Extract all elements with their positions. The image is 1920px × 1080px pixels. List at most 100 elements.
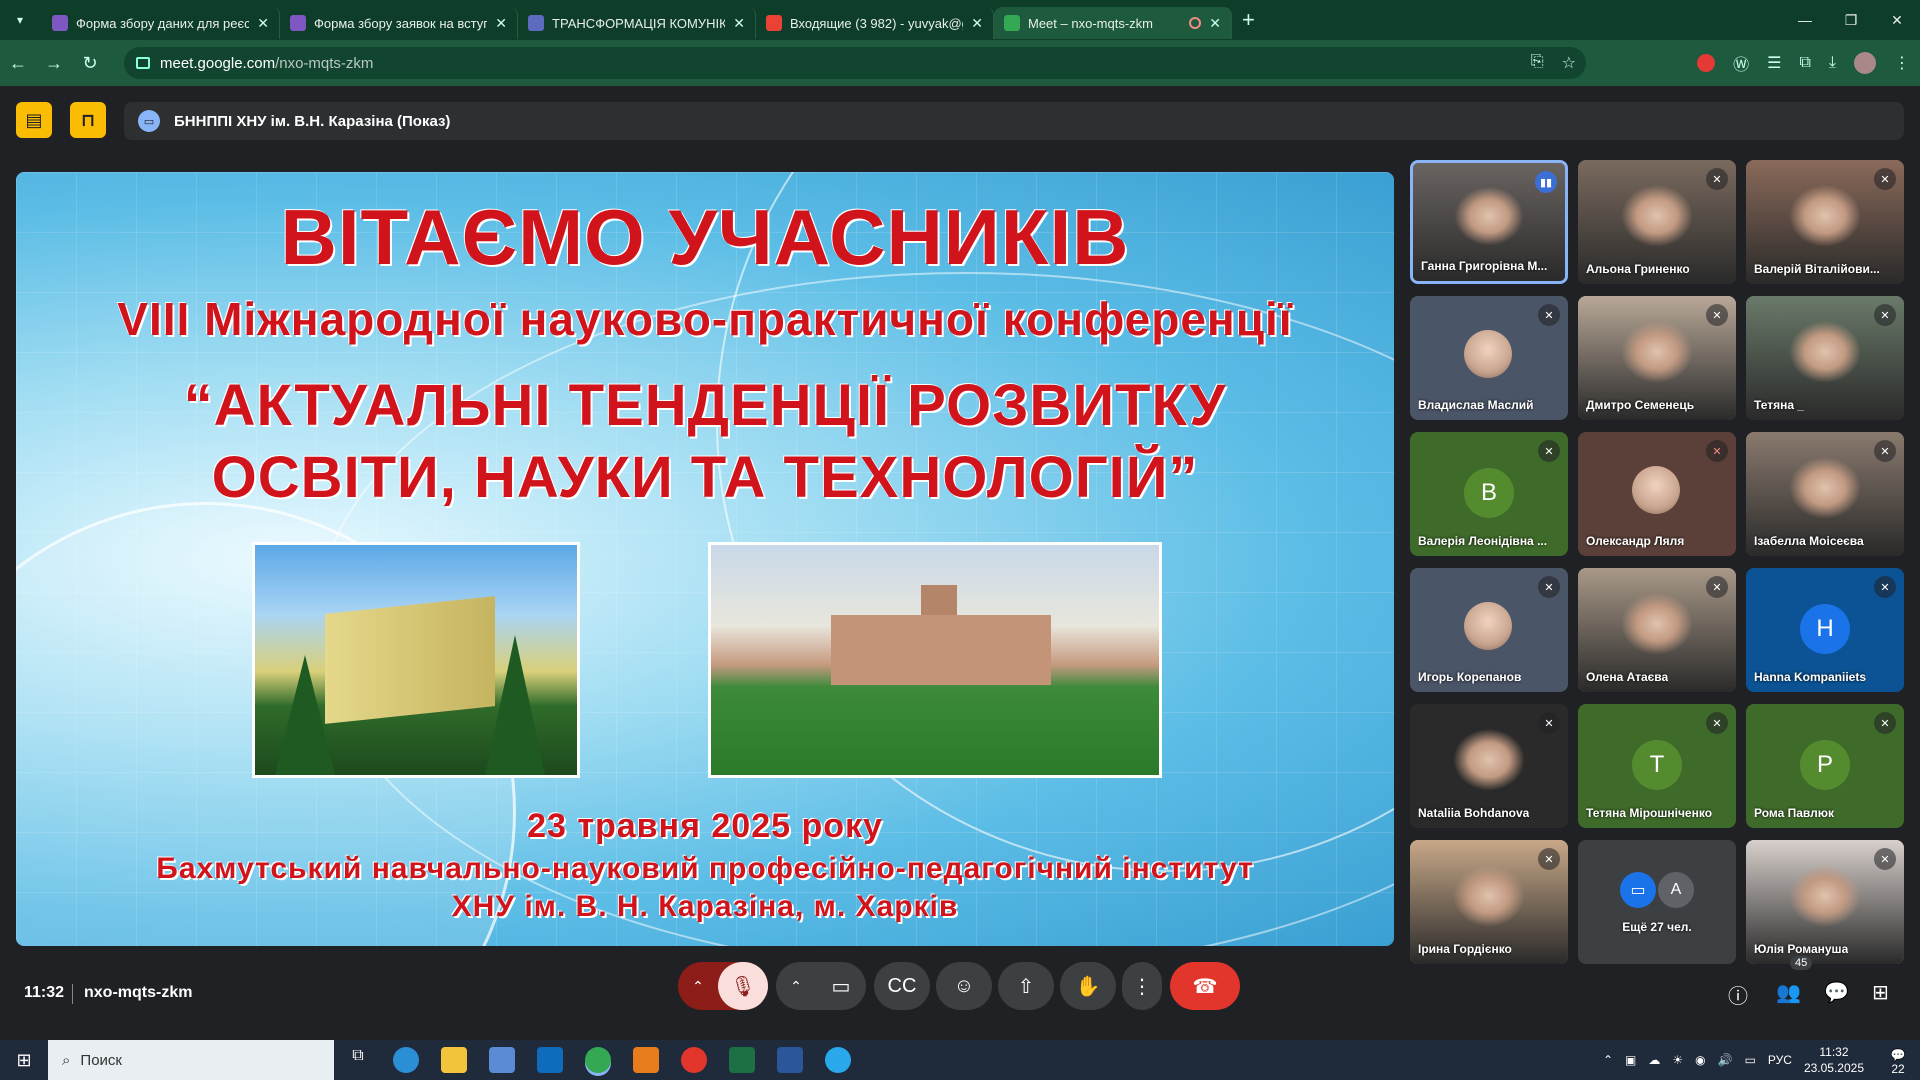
taskbar-search[interactable]: ⌕ Поиск [48, 1040, 334, 1080]
tray-chevron-icon[interactable]: ⌃ [1603, 1053, 1613, 1067]
tray-clock[interactable]: 11:32 23.05.2025 [1804, 1044, 1864, 1076]
participant-name: Ганна Григорівна М... [1421, 259, 1548, 273]
camera-options-chevron-icon[interactable]: ⌃ [776, 978, 816, 995]
media-player-icon[interactable] [633, 1047, 659, 1073]
tray-cloud-icon[interactable]: ☁ [1648, 1053, 1660, 1067]
chat-icon[interactable]: 💬 [1824, 980, 1849, 1005]
participant-tile[interactable]: ✕ Ізабелла Моісеєва [1746, 432, 1904, 556]
tray-language[interactable]: РУС [1768, 1053, 1792, 1067]
url-input[interactable]: meet.google.com/nxo-mqts-zkm ⎘ ☆ [124, 47, 1586, 79]
activities-icon[interactable]: ⊞ [1872, 980, 1889, 1005]
site-info-icon[interactable] [136, 57, 150, 69]
browser-tab[interactable]: Входящие (3 982) - yuvyak@gm ✕ [756, 7, 994, 39]
participant-tile[interactable]: ✕ Игорь Корепанов [1410, 568, 1568, 692]
participant-tile[interactable]: ✕ Nataliia Bohdanova [1410, 704, 1568, 828]
download-icon[interactable]: ⤓ [1829, 54, 1836, 72]
extension-stack-icon[interactable]: ☰ [1767, 53, 1781, 73]
back-button[interactable]: ← [0, 53, 36, 74]
opera-icon[interactable] [681, 1047, 707, 1073]
tray-network-icon[interactable]: ◉ [1695, 1053, 1705, 1067]
slide-title: ВІТАЄМО УЧАСНИКІВ [280, 193, 1130, 281]
participant-tile[interactable]: ✕ Олена Атаєва [1578, 568, 1736, 692]
extension-w-icon[interactable]: Ⓦ [1733, 51, 1749, 75]
tray-display-icon[interactable]: ▭ [1745, 1053, 1756, 1067]
participant-name: Олена Атаєва [1586, 670, 1669, 684]
participant-tile[interactable]: H ✕ Hanna Kompaniiets [1746, 568, 1904, 692]
participant-name: Ізабелла Моісеєва [1754, 534, 1864, 548]
extension-record-icon[interactable] [1697, 54, 1716, 72]
participant-tile[interactable]: ✕ Альона Гриненко [1578, 160, 1736, 284]
people-icon[interactable]: 👥 [1776, 980, 1801, 1005]
file-explorer-icon[interactable] [441, 1047, 467, 1073]
participant-tile[interactable]: Т ✕ Тетяна Мірошніченко [1578, 704, 1736, 828]
close-tab-icon[interactable]: ✕ [495, 15, 507, 32]
present-screen-button[interactable]: ⇧ [998, 962, 1054, 1010]
participant-name: Олександр Ляля [1586, 534, 1685, 548]
captions-button[interactable]: CC [874, 962, 930, 1010]
minimize-button[interactable]: — [1782, 12, 1828, 28]
tray-weather-icon[interactable]: ☀ [1672, 1053, 1683, 1067]
participant-tile[interactable]: ✕ Юлія Романуша [1746, 840, 1904, 964]
word-icon[interactable] [777, 1047, 803, 1073]
forward-button[interactable]: → [36, 53, 72, 74]
participant-name: Валерія Леонідівна ... [1418, 534, 1548, 548]
presentation-layout-button[interactable]: ⊓ [70, 102, 106, 138]
tab-search-button[interactable]: ▾ [6, 6, 34, 34]
browser-tab[interactable]: Форма збору даних для реєстр ✕ [42, 7, 280, 39]
close-tab-icon[interactable]: ✕ [1209, 15, 1221, 32]
outlook-icon[interactable] [537, 1047, 563, 1073]
participant-tile[interactable]: ✕ Тетяна _ [1746, 296, 1904, 420]
extensions-puzzle-icon[interactable]: ⧉ [1799, 54, 1810, 72]
new-tab-button[interactable]: + [1242, 7, 1255, 33]
participant-tile[interactable]: ▮▮ Ганна Григорівна М... [1410, 160, 1568, 284]
camera-button[interactable]: ▭ [816, 974, 866, 999]
participant-name: Ещё 27 чел. [1622, 920, 1692, 934]
excel-icon[interactable] [729, 1047, 755, 1073]
close-window-button[interactable]: ✕ [1874, 12, 1920, 29]
profile-avatar[interactable] [1854, 52, 1876, 74]
edge-icon[interactable] [393, 1047, 419, 1073]
browser-tab[interactable]: Meet – nxo-mqts-zkm ✕ [994, 7, 1232, 39]
participant-tile[interactable]: ✕ Валерій Віталійови... [1746, 160, 1904, 284]
task-view-icon[interactable]: ⧉ [345, 1047, 371, 1073]
captions-off-button[interactable]: ▤ [16, 102, 52, 138]
close-tab-icon[interactable]: ✕ [733, 15, 745, 32]
telegram-icon[interactable] [825, 1047, 851, 1073]
tray-volume-icon[interactable]: 🔊 [1718, 1053, 1733, 1067]
mic-options-chevron-icon[interactable]: ⌃ [678, 978, 718, 995]
mic-muted-icon: ✕ [1538, 848, 1560, 870]
participant-tile[interactable]: ✕ Ірина Гордієнко [1410, 840, 1568, 964]
reactions-button[interactable]: ☺ [936, 962, 992, 1010]
participant-tile[interactable]: ✕ Дмитро Семенець [1578, 296, 1736, 420]
bookmark-star-icon[interactable]: ☆ [1562, 53, 1576, 73]
participant-tile[interactable]: В ✕ Валерія Леонідівна ... [1410, 432, 1568, 556]
presenter-bar[interactable]: ▭ БННППІ ХНУ ім. В.Н. Каразіна (Показ) [124, 102, 1904, 140]
slide-institute: Бахмутський навчально-науковий професійн… [156, 852, 1254, 885]
people-count-badge: 45 [1790, 956, 1813, 970]
store-icon[interactable] [489, 1047, 515, 1073]
translate-icon[interactable]: ⎘ [1531, 53, 1544, 73]
slide-subtitle: VIII Міжнародної науково-практичної конф… [117, 293, 1293, 345]
browser-tab[interactable]: ТРАНСФОРМАЦІЯ КОМУНІКАЦ ✕ [518, 7, 756, 39]
close-tab-icon[interactable]: ✕ [971, 15, 983, 32]
leave-call-button[interactable]: ☎ [1170, 962, 1240, 1010]
raise-hand-button[interactable]: ✋ [1060, 962, 1116, 1010]
participant-tile[interactable]: ✕ Владислав Маслий [1410, 296, 1568, 420]
slide-theme-line1: “АКТУАЛЬНІ ТЕНДЕНЦІЇ РОЗВИТКУ [183, 373, 1227, 438]
browser-menu-icon[interactable]: ⋮ [1894, 53, 1910, 73]
restore-button[interactable]: ❐ [1828, 12, 1874, 29]
reload-button[interactable]: ↻ [72, 53, 108, 74]
tray-app-icon[interactable]: ▣ [1625, 1053, 1636, 1067]
participant-tile[interactable]: Р ✕ Рома Павлюк [1746, 704, 1904, 828]
close-tab-icon[interactable]: ✕ [257, 15, 269, 32]
browser-tab[interactable]: Форма збору заявок на вступ ✕ [280, 7, 518, 39]
notification-center-button[interactable]: 💬22 [1884, 1048, 1912, 1076]
mic-off-button[interactable]: 🎙 [718, 962, 768, 1010]
more-options-button[interactable]: ⋮ [1122, 962, 1162, 1010]
more-participants-tile[interactable]: ▭ A Ещё 27 чел. [1578, 840, 1736, 964]
participant-avatar: Р [1800, 740, 1850, 790]
chrome-icon[interactable] [585, 1047, 611, 1073]
participant-tile[interactable]: ✕ Олександр Ляля [1578, 432, 1736, 556]
meeting-info-icon[interactable]: ⓘ [1728, 980, 1748, 1009]
start-button[interactable]: ⊞ [0, 1050, 48, 1071]
